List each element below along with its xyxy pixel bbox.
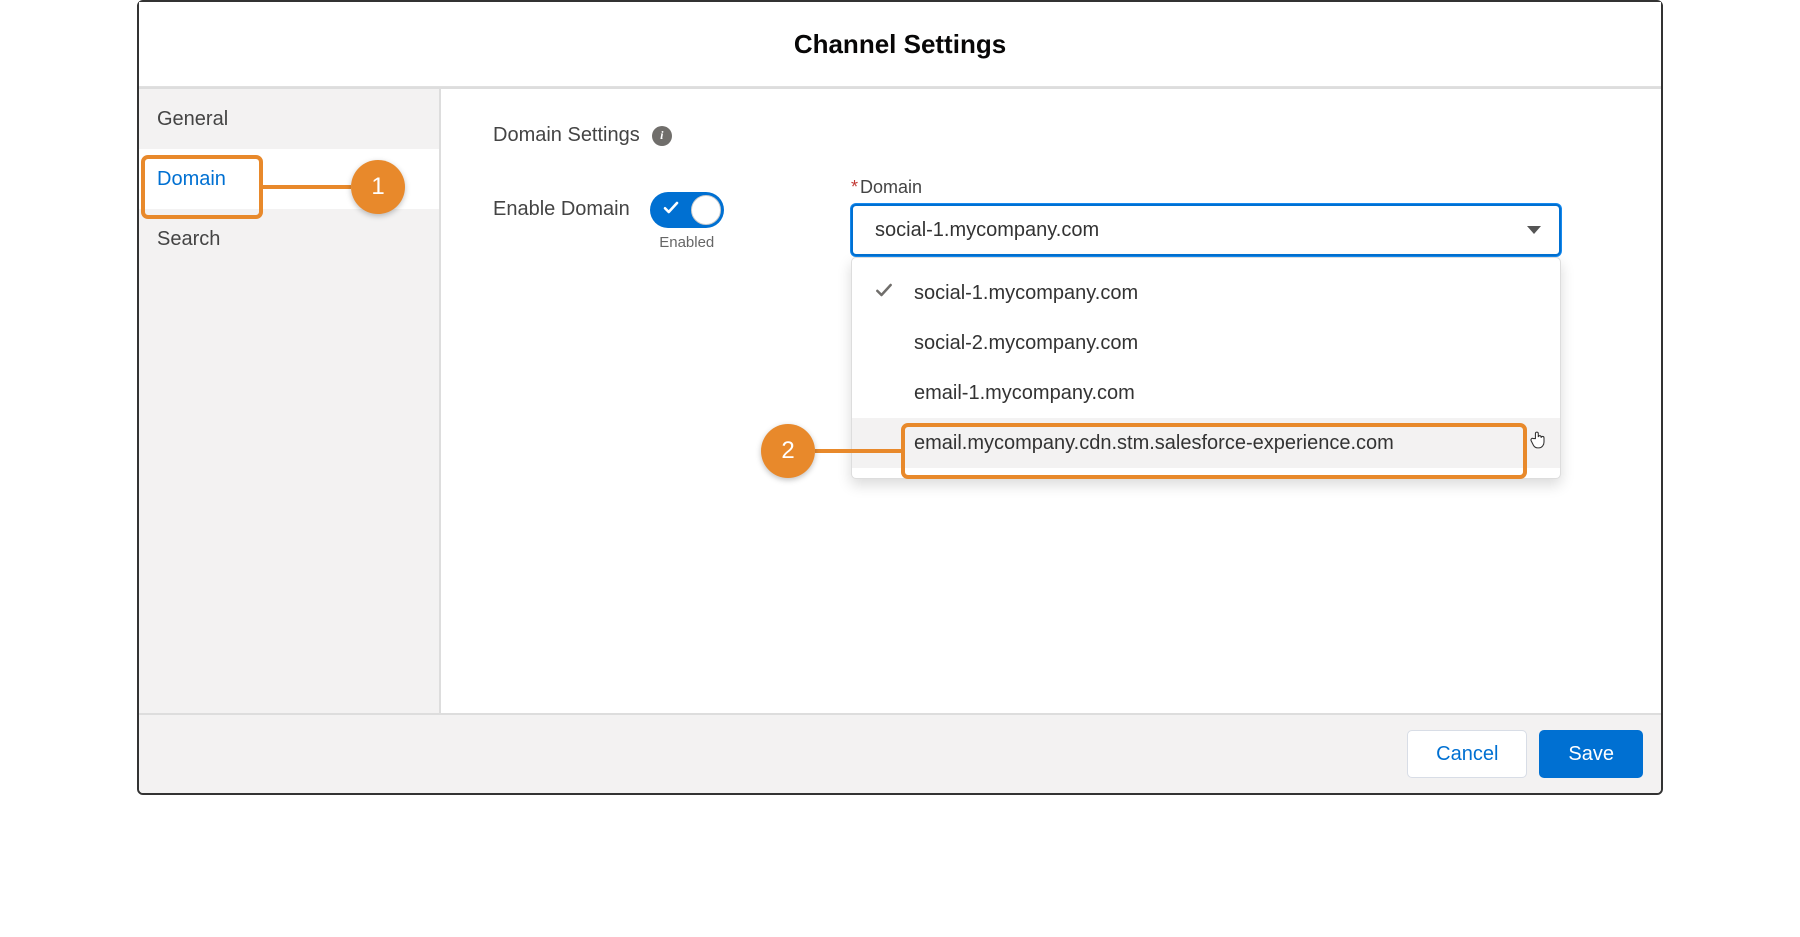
domain-field: *Domain social-1.mycompany.com social-1.…	[851, 177, 1561, 256]
annotation-marker: 2	[761, 424, 815, 478]
sidebar-item-label: General	[157, 108, 228, 131]
save-button[interactable]: Save	[1539, 730, 1643, 778]
section-title: Domain Settings	[493, 124, 640, 147]
domain-dropdown: social-1.mycompany.com social-2.mycompan…	[851, 257, 1561, 479]
cancel-button[interactable]: Cancel	[1407, 730, 1527, 778]
domain-option[interactable]: email.mycompany.cdn.stm.salesforce-exper…	[852, 418, 1560, 468]
sidebar-item-search[interactable]: Search	[139, 209, 439, 269]
domain-select-value: social-1.mycompany.com	[875, 219, 1099, 242]
annotation-marker: 1	[351, 160, 405, 214]
domain-option[interactable]: social-2.mycompany.com	[852, 318, 1560, 368]
toggle-status-label: Enabled	[659, 234, 714, 251]
hand-cursor-icon	[1530, 430, 1548, 456]
sidebar-item-general[interactable]: General	[139, 89, 439, 149]
required-indicator: *	[851, 177, 858, 197]
option-label: social-2.mycompany.com	[914, 332, 1138, 355]
main-panel: Domain Settings i Enable Domain Enabled	[441, 89, 1661, 713]
toggle-knob	[691, 195, 721, 225]
section-title-row: Domain Settings i	[493, 124, 1609, 147]
domain-option[interactable]: email-1.mycompany.com	[852, 368, 1560, 418]
option-label: social-1.mycompany.com	[914, 282, 1138, 305]
domain-field-label: Domain	[860, 177, 922, 197]
settings-modal: Channel Settings General Domain Search D…	[137, 0, 1663, 795]
modal-title: Channel Settings	[794, 29, 1006, 60]
field-label-row: *Domain	[851, 177, 1561, 198]
modal-header: Channel Settings	[139, 2, 1661, 87]
sidebar-item-label: Search	[157, 228, 220, 251]
domain-option[interactable]: social-1.mycompany.com	[852, 268, 1560, 318]
modal-footer: Cancel Save	[139, 715, 1661, 793]
toggle-wrap: Enabled	[650, 192, 724, 251]
annotation-connector-line	[263, 185, 351, 189]
enable-domain-label: Enable Domain	[493, 198, 630, 221]
annotation-connector-line	[815, 449, 901, 453]
info-icon[interactable]: i	[652, 126, 672, 146]
option-label: email-1.mycompany.com	[914, 382, 1135, 405]
chevron-down-icon	[1527, 226, 1541, 234]
check-icon	[874, 280, 894, 306]
check-icon	[662, 199, 680, 222]
enable-domain-toggle[interactable]	[650, 192, 724, 228]
sidebar-item-label: Domain	[157, 168, 226, 191]
domain-select[interactable]: social-1.mycompany.com	[851, 204, 1561, 256]
option-label: email.mycompany.cdn.stm.salesforce-exper…	[914, 432, 1394, 455]
